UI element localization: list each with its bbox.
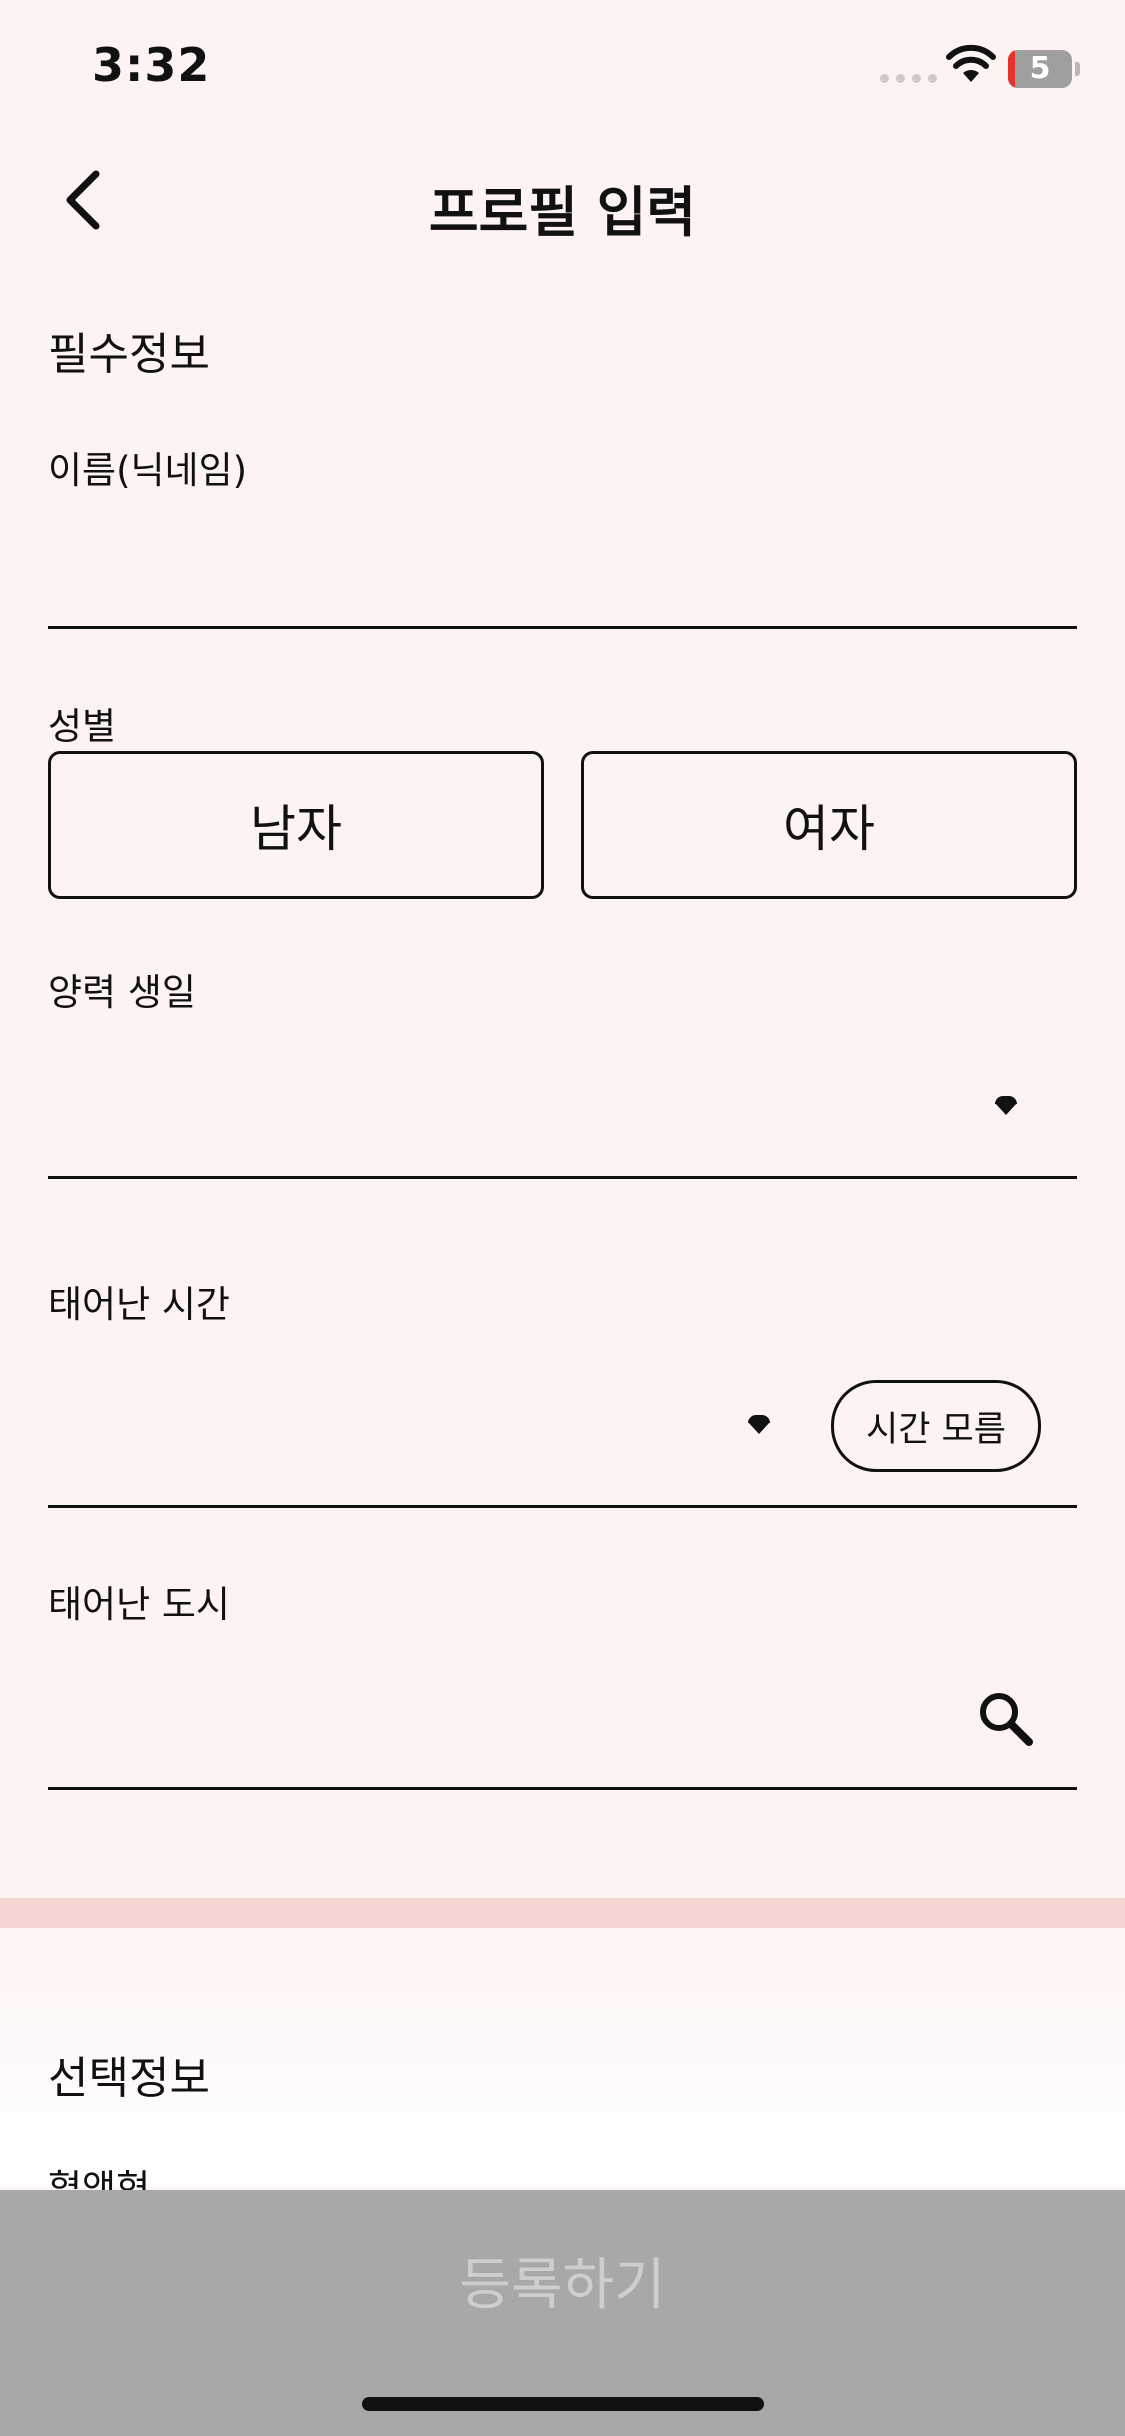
unknown-time-button[interactable]: 시간 모름	[831, 1380, 1041, 1472]
birth-city-label: 태어난 도시	[48, 1583, 230, 1626]
battery-level: 5	[1029, 51, 1051, 86]
name-input[interactable]	[48, 520, 1077, 624]
battery-nub	[1075, 62, 1080, 76]
optional-section-title: 선택정보	[48, 2053, 210, 2104]
gender-label: 성별	[48, 705, 117, 748]
birthday-select[interactable]	[48, 1040, 988, 1170]
birthday-label: 양력 생일	[48, 971, 196, 1014]
birth-time-underline	[48, 1505, 1077, 1508]
battery-icon: 5	[1008, 50, 1072, 88]
birth-time-select[interactable]	[48, 1360, 748, 1490]
birth-time-dropdown-caret-icon[interactable]	[748, 1415, 770, 1434]
wifi-icon	[946, 44, 996, 82]
gender-male-button[interactable]: 남자	[48, 751, 544, 899]
submit-button-label[interactable]: 등록하기	[0, 2240, 1125, 2321]
birth-city-underline	[48, 1787, 1077, 1790]
birth-time-label: 태어난 시간	[48, 1283, 230, 1326]
cellular-signal-icon	[880, 74, 937, 83]
blood-type-label: 혈액형	[48, 2167, 151, 2190]
gender-female-button[interactable]: 여자	[581, 751, 1077, 899]
name-label: 이름(닉네임)	[48, 449, 248, 492]
birthday-underline	[48, 1176, 1077, 1179]
search-icon[interactable]	[975, 1688, 1035, 1748]
birthday-dropdown-caret-icon[interactable]	[995, 1096, 1017, 1115]
page-title: 프로필 입력	[428, 181, 697, 244]
birth-city-input[interactable]	[48, 1660, 948, 1780]
name-underline	[48, 626, 1077, 629]
section-divider	[0, 1898, 1125, 1928]
home-indicator	[362, 2397, 764, 2411]
required-section-title: 필수정보	[48, 329, 210, 380]
status-time: 3:32	[92, 38, 211, 92]
